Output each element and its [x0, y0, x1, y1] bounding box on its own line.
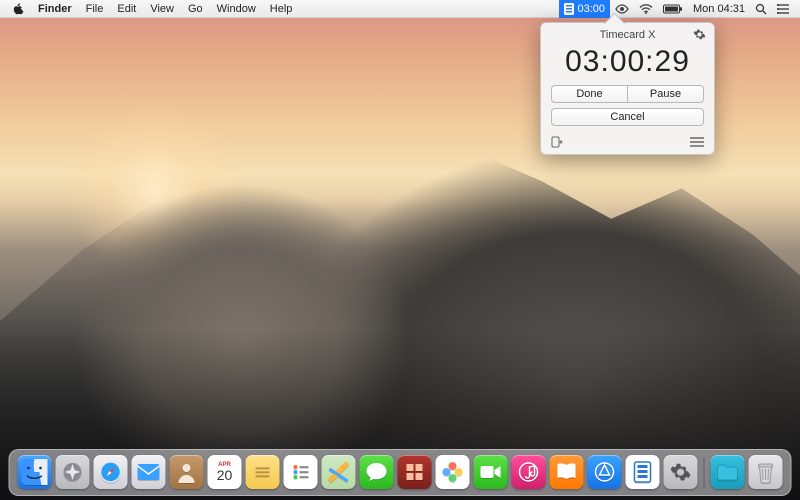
- dock-photobooth[interactable]: [398, 455, 432, 489]
- done-button[interactable]: Done: [551, 85, 627, 103]
- popover-footer: [541, 132, 714, 148]
- menubar-wifi-item[interactable]: [634, 0, 658, 18]
- contacts-icon: [177, 461, 197, 483]
- cancel-button[interactable]: Cancel: [551, 108, 704, 126]
- photos-icon: [442, 461, 464, 483]
- apple-menu[interactable]: [6, 0, 31, 18]
- dock-launchpad[interactable]: [56, 455, 90, 489]
- gear-icon: [693, 28, 706, 41]
- popover-title: Timecard X: [600, 29, 656, 41]
- gear-large-icon: [670, 461, 692, 483]
- dock-appstore[interactable]: [588, 455, 622, 489]
- dock-calendar[interactable]: APR 20: [208, 455, 242, 489]
- dock-contacts[interactable]: [170, 455, 204, 489]
- reminders-icon: [292, 463, 310, 481]
- menubar-app-name[interactable]: Finder: [31, 0, 79, 18]
- dock: APR 20: [9, 449, 792, 496]
- dock-mail[interactable]: [132, 455, 166, 489]
- dock-finder[interactable]: [18, 455, 52, 489]
- menubar-right: 03:00: [559, 0, 794, 18]
- eye-icon: [615, 4, 629, 14]
- menubar-left: Finder File Edit View Go Window Help: [6, 0, 299, 18]
- dock-downloads[interactable]: [711, 455, 745, 489]
- folder-icon: [717, 463, 739, 481]
- menubar-clock[interactable]: Mon 04:31: [688, 0, 750, 18]
- pause-button[interactable]: Pause: [627, 85, 704, 103]
- menu-go[interactable]: Go: [181, 0, 210, 18]
- menu-edit[interactable]: Edit: [110, 0, 143, 18]
- list-icon: [777, 4, 789, 14]
- dock-separator: [704, 457, 705, 489]
- search-icon: [755, 3, 767, 15]
- calendar-day: 20: [217, 468, 233, 482]
- dock-itunes[interactable]: [512, 455, 546, 489]
- menubar-notification-center[interactable]: [772, 0, 794, 18]
- maps-icon: [328, 461, 350, 483]
- timecard-app-icon: [634, 461, 652, 483]
- timecard-popover: Timecard X 03:00:29 Done Pause Cancel: [540, 22, 715, 155]
- appstore-icon: [595, 462, 615, 482]
- dock-trash[interactable]: [749, 455, 783, 489]
- wifi-icon: [639, 4, 653, 14]
- hamburger-icon: [690, 137, 704, 147]
- dock-facetime[interactable]: [474, 455, 508, 489]
- dock-messages[interactable]: [360, 455, 394, 489]
- photobooth-icon: [405, 462, 425, 482]
- popover-menu-button[interactable]: [690, 137, 704, 147]
- popover-header: Timecard X: [541, 23, 714, 45]
- trash-icon: [757, 461, 775, 483]
- menu-help[interactable]: Help: [263, 0, 300, 18]
- menu-file[interactable]: File: [79, 0, 111, 18]
- dock-container: APR 20: [9, 449, 792, 496]
- mail-icon: [138, 464, 160, 480]
- dock-maps[interactable]: [322, 455, 356, 489]
- menubar: Finder File Edit View Go Window Help 03:…: [0, 0, 800, 18]
- dock-system-preferences[interactable]: [664, 455, 698, 489]
- menubar-battery-item[interactable]: [658, 0, 688, 18]
- timer-display: 03:00:29: [541, 45, 714, 85]
- safari-icon: [99, 460, 123, 484]
- popover-button-row: Done Pause: [551, 85, 704, 103]
- timecard-icon: [564, 3, 574, 15]
- facetime-icon: [480, 464, 502, 480]
- itunes-icon: [519, 462, 539, 482]
- dock-notes[interactable]: [246, 455, 280, 489]
- messages-icon: [366, 462, 388, 482]
- menubar-timecard-item[interactable]: 03:00: [559, 0, 610, 18]
- settings-button[interactable]: [693, 28, 706, 44]
- expand-icon: [551, 136, 563, 148]
- dock-photos[interactable]: [436, 455, 470, 489]
- notes-icon: [254, 463, 272, 481]
- menu-window[interactable]: Window: [210, 0, 263, 18]
- finder-icon: [22, 459, 48, 485]
- apple-logo-icon: [13, 3, 24, 15]
- menu-view[interactable]: View: [143, 0, 181, 18]
- dock-ibooks[interactable]: [550, 455, 584, 489]
- dock-timecard[interactable]: [626, 455, 660, 489]
- menubar-spotlight[interactable]: [750, 0, 772, 18]
- dock-reminders[interactable]: [284, 455, 318, 489]
- menubar-clock-text: Mon 04:31: [693, 3, 745, 15]
- popover-expand-button[interactable]: [551, 136, 563, 148]
- launchpad-icon: [63, 462, 83, 482]
- ibooks-icon: [557, 463, 577, 481]
- dock-safari[interactable]: [94, 455, 128, 489]
- menubar-timecard-time: 03:00: [577, 3, 605, 15]
- desktop[interactable]: Finder File Edit View Go Window Help 03:…: [0, 0, 800, 500]
- battery-icon: [663, 4, 683, 14]
